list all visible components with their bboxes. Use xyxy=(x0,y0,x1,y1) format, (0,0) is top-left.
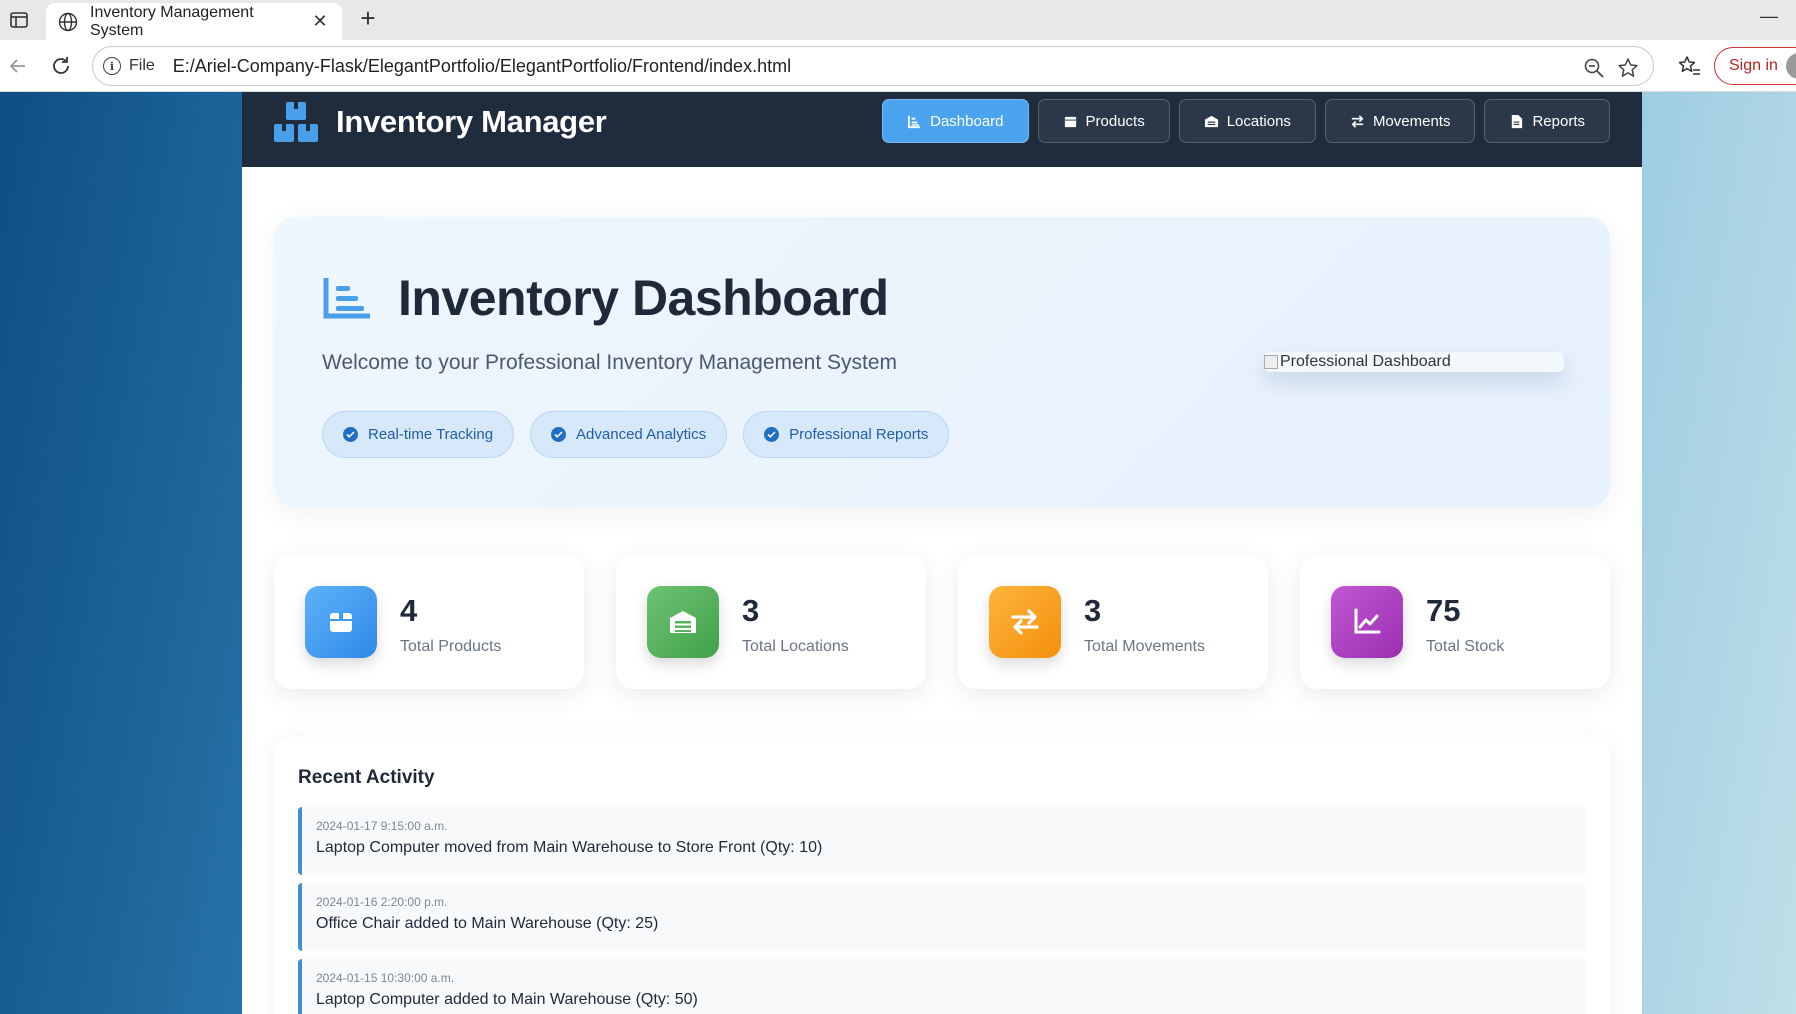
check-circle-icon xyxy=(764,427,780,442)
activity-text: Office Chair added to Main Warehouse (Qt… xyxy=(316,915,659,932)
list-item: 2024-01-17 9:15:00 a.m. Laptop Computer … xyxy=(298,807,1586,875)
nav-reports-label: Reports xyxy=(1532,112,1585,130)
chart-icon xyxy=(323,278,370,319)
nav-products-label: Products xyxy=(1085,112,1145,130)
warehouse-icon xyxy=(1204,115,1218,127)
hero-title-row: Inventory Dashboard xyxy=(322,269,889,327)
close-icon[interactable]: ✕ xyxy=(310,11,330,32)
nav-locations-label: Locations xyxy=(1226,112,1291,130)
page-viewport: Inventory Manager Dashboard Products Loc… xyxy=(0,92,1796,1014)
nav-reports[interactable]: Reports xyxy=(1484,99,1610,143)
activity-text: Laptop Computer moved from Main Warehous… xyxy=(316,839,823,856)
hero-image-alt: Professional Dashboard xyxy=(1280,353,1451,370)
nav-products[interactable]: Products xyxy=(1037,99,1170,143)
stat-value: 75 xyxy=(1426,593,1461,628)
feature-pill: Advanced Analytics xyxy=(530,411,728,458)
activity-list: 2024-01-17 9:15:00 a.m. Laptop Computer … xyxy=(298,807,1586,1014)
feature-pills: Real-time Tracking Advanced Analytics Pr… xyxy=(322,411,950,458)
hero-subtitle: Welcome to your Professional Inventory M… xyxy=(322,351,898,374)
exchange-icon xyxy=(989,586,1061,658)
activity-time: 2024-01-16 2:20:00 p.m. xyxy=(316,895,448,909)
broken-image-icon xyxy=(1264,355,1278,369)
nav-locations[interactable]: Locations xyxy=(1178,99,1316,143)
main-nav: Dashboard Products Locations Movements R… xyxy=(882,99,1610,143)
sign-in-button[interactable]: Sign in xyxy=(1714,47,1796,85)
box-icon xyxy=(1064,116,1076,127)
feature-pill: Professional Reports xyxy=(743,411,950,458)
activity-text: Laptop Computer added to Main Warehouse … xyxy=(316,991,698,1008)
feature-pill: Real-time Tracking xyxy=(322,411,515,458)
stat-label: Total Products xyxy=(400,638,502,655)
info-icon[interactable]: i xyxy=(103,57,121,75)
nav-movements-label: Movements xyxy=(1372,112,1451,130)
page-title: Inventory Dashboard xyxy=(398,270,889,326)
back-icon[interactable] xyxy=(4,52,32,80)
hero-card: Inventory Dashboard Welcome to your Prof… xyxy=(274,217,1610,507)
app-header: Inventory Manager Dashboard Products Loc… xyxy=(242,92,1642,167)
address-scheme: File xyxy=(129,57,155,74)
check-circle-icon xyxy=(343,427,358,442)
sign-in-label: Sign in xyxy=(1729,57,1778,74)
boxes-icon xyxy=(274,102,318,142)
tab-title: Inventory Management System xyxy=(90,3,254,39)
star-icon[interactable] xyxy=(1617,57,1639,79)
stat-card-movements: 3 Total Movements xyxy=(958,555,1268,689)
stat-card-stock: 75 Total Stock xyxy=(1300,555,1610,689)
recent-activity-title: Recent Activity xyxy=(298,767,435,788)
browser-tabstrip: Inventory Management System ✕ + — xyxy=(0,0,1796,40)
app-container: Inventory Manager Dashboard Products Loc… xyxy=(242,92,1642,1014)
brand[interactable]: Inventory Manager xyxy=(272,100,607,144)
favorites-icon[interactable] xyxy=(1677,54,1701,78)
file-icon xyxy=(1512,114,1523,128)
address-bar[interactable]: i File E:/Ariel-Company-Flask/ElegantPor… xyxy=(92,46,1654,86)
feature-pill-label: Advanced Analytics xyxy=(576,426,707,443)
avatar xyxy=(1785,53,1796,79)
exchange-icon xyxy=(1351,114,1364,128)
line-chart-icon xyxy=(1331,586,1403,658)
list-item: 2024-01-15 10:30:00 a.m. Laptop Computer… xyxy=(298,959,1586,1014)
nav-dashboard[interactable]: Dashboard xyxy=(882,99,1029,143)
activity-time: 2024-01-17 9:15:00 a.m. xyxy=(316,819,448,833)
reload-icon[interactable] xyxy=(47,52,75,80)
stat-card-products: 4 Total Products xyxy=(274,555,584,689)
browser-tab[interactable]: Inventory Management System ✕ xyxy=(46,3,342,40)
chart-icon xyxy=(908,115,921,128)
stat-value: 4 xyxy=(400,593,418,628)
activity-time: 2024-01-15 10:30:00 a.m. xyxy=(316,971,455,985)
recent-activity-card: Recent Activity 2024-01-17 9:15:00 a.m. … xyxy=(274,737,1610,1014)
feature-pill-label: Professional Reports xyxy=(789,426,929,443)
new-tab-icon[interactable]: + xyxy=(354,4,382,32)
stat-label: Total Movements xyxy=(1084,638,1205,655)
list-item: 2024-01-16 2:20:00 p.m. Office Chair add… xyxy=(298,883,1586,951)
tab-actions-icon[interactable] xyxy=(4,6,34,34)
nav-dashboard-label: Dashboard xyxy=(930,112,1004,130)
zoom-icon[interactable] xyxy=(1583,57,1605,79)
stat-value: 3 xyxy=(1084,593,1102,628)
nav-movements[interactable]: Movements xyxy=(1324,99,1476,143)
browser-toolbar: i File E:/Ariel-Company-Flask/ElegantPor… xyxy=(0,40,1796,92)
stat-label: Total Locations xyxy=(742,638,849,655)
box-icon xyxy=(305,586,377,658)
stats-row: 4 Total Products 3 Total Locations 3 Tot… xyxy=(274,555,1610,689)
hero-image-broken: Professional Dashboard xyxy=(1264,352,1564,372)
stat-label: Total Stock xyxy=(1426,638,1505,655)
check-circle-icon xyxy=(551,427,567,442)
brand-title: Inventory Manager xyxy=(336,104,607,139)
stat-value: 3 xyxy=(742,593,760,628)
feature-pill-label: Real-time Tracking xyxy=(368,426,494,443)
minimize-icon[interactable]: — xyxy=(1754,6,1784,32)
stat-card-locations: 3 Total Locations xyxy=(616,555,926,689)
globe-icon xyxy=(58,12,78,31)
warehouse-icon xyxy=(647,586,719,658)
address-url: E:/Ariel-Company-Flask/ElegantPortfolio/… xyxy=(172,55,792,76)
